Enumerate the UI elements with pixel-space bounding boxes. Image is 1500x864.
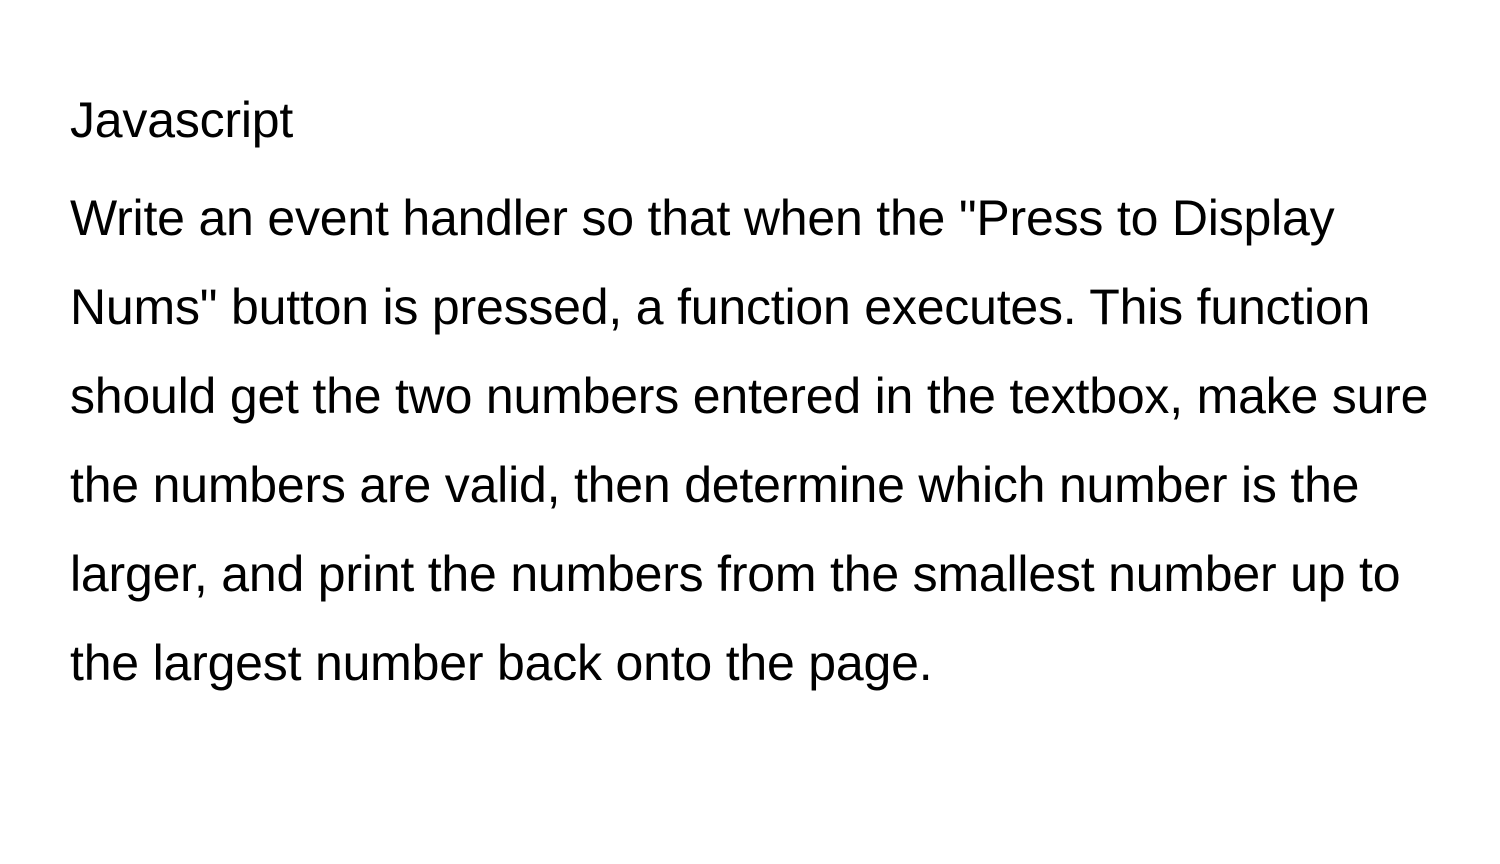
document-heading: Javascript	[70, 90, 1430, 150]
document-page: Javascript Write an event handler so tha…	[0, 0, 1500, 708]
document-body-text: Write an event handler so that when the …	[70, 174, 1430, 708]
